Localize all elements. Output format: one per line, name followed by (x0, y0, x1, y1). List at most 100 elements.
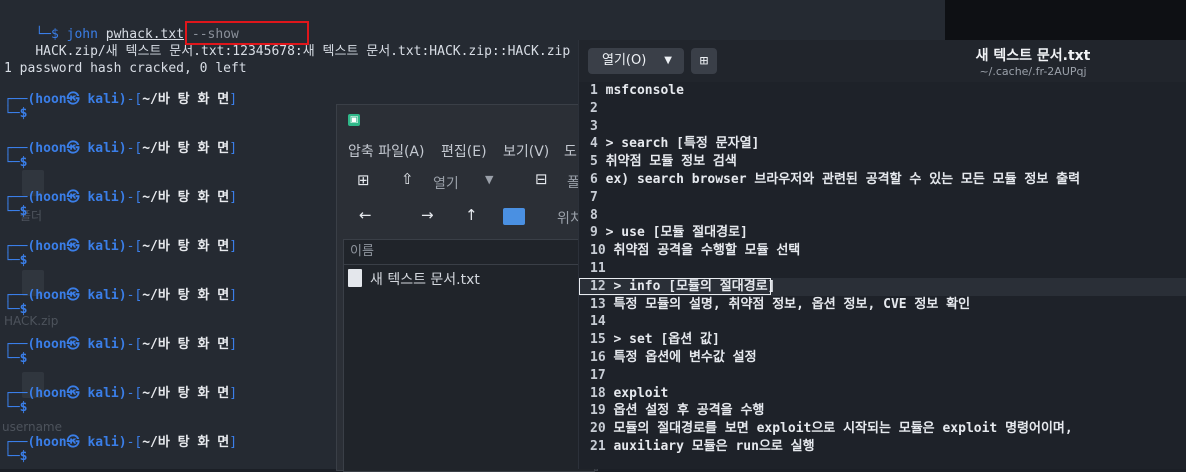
editor-line[interactable]: 4 > search [특정 문자열] (579, 135, 1186, 153)
menu-edit[interactable]: 편집(E) (441, 141, 487, 161)
prompt-line: ┌──(hoon㉿ kali)-[~/바 탕 화 면] (4, 239, 238, 254)
editor-line[interactable]: 20 모듈의 절대경로를 보면 exploit으로 시작되는 모듈은 explo… (579, 420, 1186, 438)
fm-menubar: 압축 파일(A) 편집(E) 보기(V) 도 (337, 135, 597, 165)
terminal-cracked-line: 1 password hash cracked, 0 left (4, 61, 247, 76)
menu-help[interactable]: 도 (564, 141, 577, 161)
prompt-line: ┌──(hoon㉿ kali)-[~/바 탕 화 면] (4, 288, 238, 303)
editor-line[interactable]: 2 (579, 100, 1186, 118)
line-text: auxiliary 모듈은 run으로 실행 (613, 438, 815, 454)
fm-toolbar: ⊞ ⇧ 열기 ▼ ⊟ 폴 (337, 165, 597, 199)
prompt-dollar-line: └─$ (4, 155, 28, 170)
editor-line[interactable]: 8 (579, 207, 1186, 225)
line-text: 취약점 모듈 정보 검색 (605, 154, 737, 170)
line-number: 17 (590, 367, 614, 383)
editor-line[interactable]: 11 (579, 260, 1186, 278)
open-icon[interactable]: ⇧ (401, 170, 414, 188)
editor-headerbar[interactable]: 열기(O) ▼ ⊞ 새 텍스트 문서.txt ~/.cache/.fr-2AUP… (579, 40, 1186, 82)
prompt-dollar-line: └─$ (4, 253, 28, 268)
line-number: 5 (590, 154, 606, 170)
file-list[interactable]: 이름 새 텍스트 문서.txt (343, 239, 595, 472)
prompt-line: ┌──(hoon㉿ kali)-[~/바 탕 화 면] (4, 92, 238, 107)
line-text: 모듈의 절대경로를 보면 exploit으로 시작되는 모듈은 exploit … (613, 421, 1073, 437)
line-number: 11 (590, 260, 614, 276)
document-title: 새 텍스트 문서.txt (975, 48, 1091, 64)
menu-archive[interactable]: 압축 파일(A) (348, 141, 424, 161)
file-name: 새 텍스트 문서.txt (370, 272, 480, 288)
line-text: exploit (613, 385, 669, 401)
editor-line[interactable]: 1 msfconsole (579, 82, 1186, 100)
editor-line[interactable]: 3 (579, 118, 1186, 136)
text-editor-window[interactable]: 열기(O) ▼ ⊞ 새 텍스트 문서.txt ~/.cache/.fr-2AUP… (578, 40, 1186, 469)
line-text: > use [모듈 절대경로] (605, 225, 748, 241)
line-number: 18 (590, 385, 614, 401)
editor-line[interactable]: 14 (579, 313, 1186, 331)
prompt-dollar-line: └─$ (4, 204, 28, 219)
prompt-dollar-line: └─$ (4, 106, 28, 121)
prompt-dollar-line: └─$ (4, 302, 28, 317)
line-number: 13 (590, 296, 614, 312)
document-path: ~/.cache/.fr-2AUPqj (979, 65, 1087, 78)
up-icon[interactable]: ↑ (465, 206, 478, 224)
editor-line[interactable]: 12 > info [모듈의 절대경로] (579, 277, 1186, 296)
line-number: 2 (590, 100, 606, 116)
editor-line[interactable]: 21 auxiliary 모듈은 run으로 실행 (579, 438, 1186, 456)
fm-nav-toolbar: ← → ↑ 위치 (337, 199, 597, 235)
editor-line[interactable]: 9 > use [모듈 절대경로] (579, 224, 1186, 242)
editor-line[interactable]: 16 특정 옵션에 변수값 설정 (579, 349, 1186, 367)
line-text: > search [특정 문자열] (605, 136, 760, 152)
extract-icon[interactable]: ⊟ (535, 170, 548, 188)
forward-icon[interactable]: → (421, 206, 434, 224)
file-row[interactable]: 새 텍스트 문서.txt (344, 265, 594, 291)
line-text: msfconsole (605, 83, 684, 98)
new-archive-icon[interactable]: ⊞ (357, 171, 370, 189)
editor-line[interactable]: 10 취약점 공격을 수행할 모듈 선택 (579, 242, 1186, 260)
line-number: 19 (590, 403, 614, 419)
text-file-icon (348, 269, 362, 287)
prompt-dollar-line: └─$ (4, 449, 28, 464)
folder-icon[interactable] (503, 208, 525, 225)
editor-line[interactable]: 6 ex) search browser 브라우저와 관련된 공격할 수 있는 … (579, 171, 1186, 189)
back-icon[interactable]: ← (359, 206, 372, 224)
prompt-line: ┌──(hoon㉿ kali)-[~/바 탕 화 면] (4, 190, 238, 205)
archive-manager-window[interactable]: ▣ 압축 파일(A) 편집(E) 보기(V) 도 ⊞ ⇧ 열기 ▼ ⊟ 폴 ← … (336, 104, 598, 472)
prompt-dollar-line: └─$ (4, 351, 28, 366)
prompt-line: ┌──(hoon㉿ kali)-[~/바 탕 화 면] (4, 141, 238, 156)
line-number: 8 (590, 207, 606, 223)
desktop-label-user: username (2, 420, 62, 434)
editor-line[interactable]: 17 (579, 367, 1186, 385)
line-text: 특정 옵션에 변수값 설정 (613, 349, 757, 365)
current-line-highlight (579, 277, 771, 295)
line-number: 15 (590, 332, 614, 348)
editor-line[interactable]: 5 취약점 모듈 정보 검색 (579, 153, 1186, 171)
line-number: 3 (590, 118, 606, 134)
fm-titlebar[interactable]: ▣ (337, 105, 597, 135)
highlight-box (185, 21, 309, 45)
editor-line[interactable]: 13 특정 모듈의 설명, 취약점 정보, 옵션 정보, CVE 정보 확인 (579, 296, 1186, 314)
column-header-name[interactable]: 이름 (344, 240, 594, 265)
editor-line[interactable]: 7 (579, 189, 1186, 207)
prompt-line: ┌──(hoon㉿ kali)-[~/바 탕 화 면] (4, 337, 238, 352)
archive-app-icon: ▣ (348, 114, 360, 126)
line-text: 취약점 공격을 수행할 모듈 선택 (613, 243, 801, 259)
open-dropdown-icon[interactable]: ▼ (485, 173, 493, 186)
line-text: > set [옵션 값] (613, 332, 720, 348)
line-number: 9 (590, 225, 606, 241)
prompt-line: ┌──(hoon㉿ kali)-[~/바 탕 화 면] (4, 435, 238, 450)
line-number: 16 (590, 349, 614, 365)
editor-line[interactable]: 18 exploit (579, 385, 1186, 403)
line-number: 4 (590, 136, 606, 152)
editor-line[interactable]: 15 > set [옵션 값] (579, 331, 1186, 349)
prompt-line: ┌──(hoon㉿ kali)-[~/바 탕 화 면] (4, 386, 238, 401)
line-number: 14 (590, 314, 614, 330)
line-number: 7 (590, 189, 606, 205)
line-text: 옵션 설정 후 공격을 수행 (613, 403, 765, 419)
editor-line[interactable]: 19 옵션 설정 후 공격을 수행 (579, 402, 1186, 420)
menu-view[interactable]: 보기(V) (503, 141, 549, 161)
editor-text-area[interactable]: 1 msfconsole 2 3 4 > search [특정 문자열] 5 취약점… (579, 82, 1186, 469)
line-number: 6 (590, 171, 606, 187)
line-number: 21 (590, 438, 614, 454)
line-number: 20 (590, 421, 614, 437)
line-text: ex) search browser 브라우저와 관련된 공격할 수 있는 모든… (605, 171, 1081, 187)
open-label[interactable]: 열기 (433, 173, 459, 193)
prompt-dollar-line: └─$ (4, 400, 28, 415)
